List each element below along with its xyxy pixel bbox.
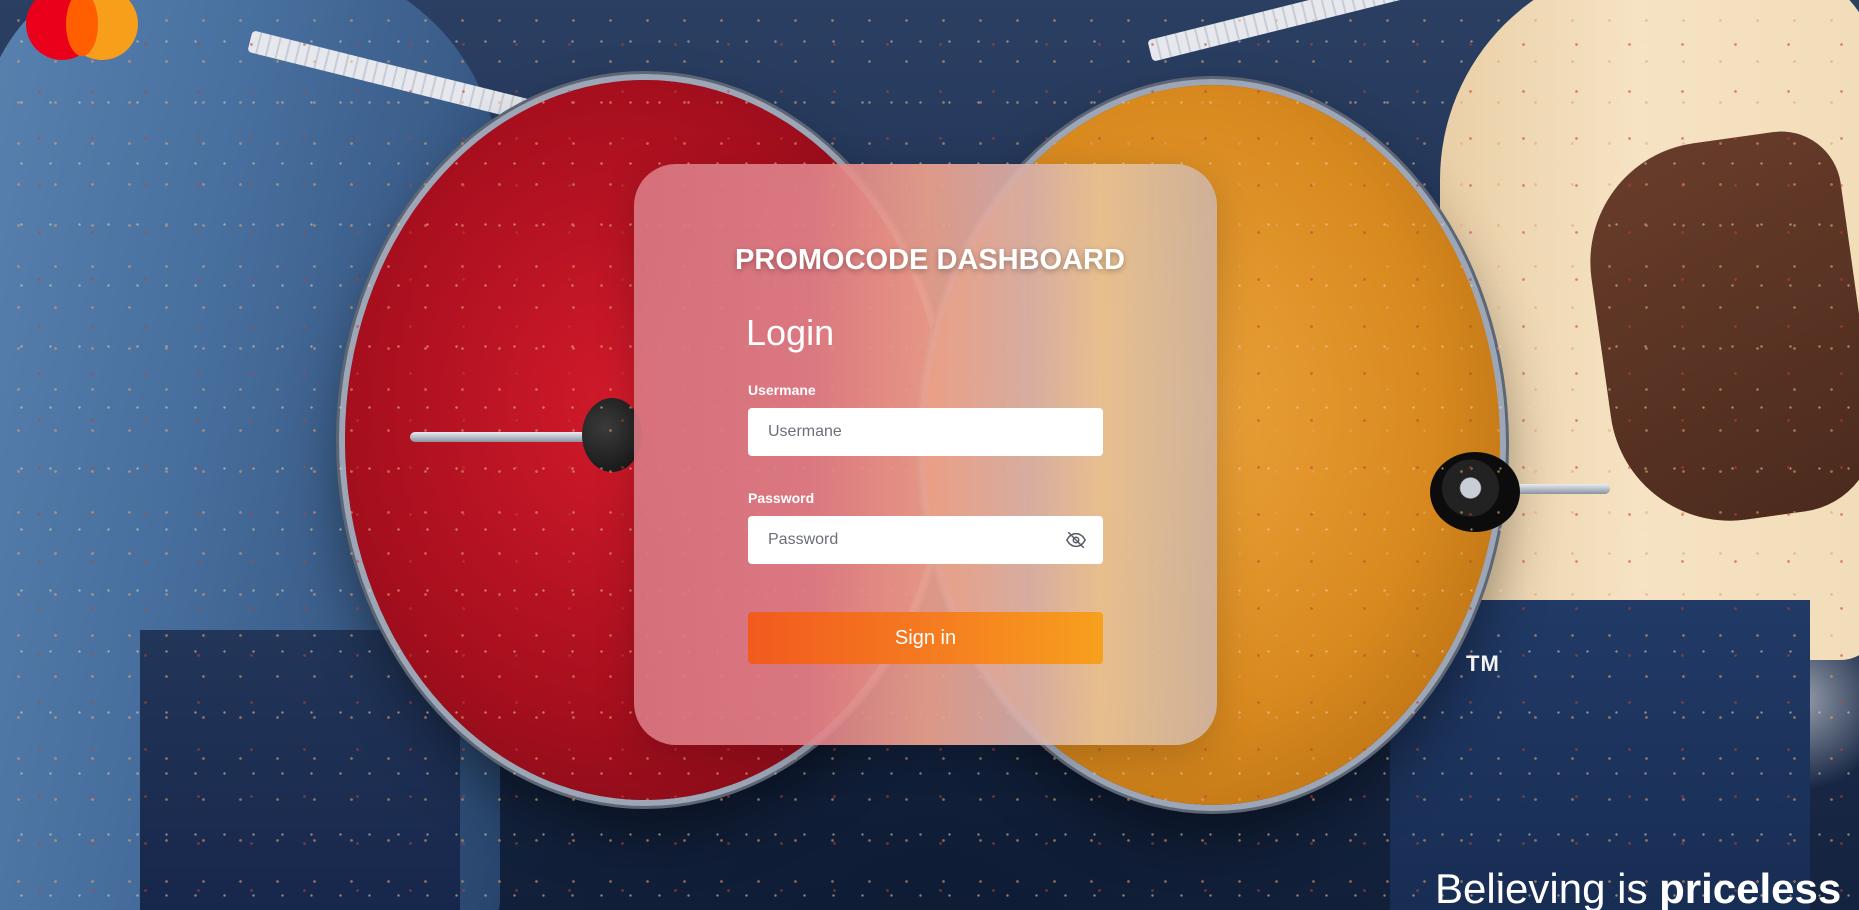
password-field-container [748, 516, 1103, 564]
trademark-mark: TM [1466, 651, 1500, 676]
brand-tagline: Believing is priceless [1435, 868, 1841, 910]
password-input[interactable] [748, 516, 1103, 564]
tagline-regular: Believing is [1435, 865, 1660, 910]
dashboard-title: PROMOCODE DASHBOARD [735, 244, 1125, 276]
eye-off-icon[interactable] [1065, 529, 1087, 551]
password-label: Password [748, 490, 815, 506]
login-card: PROMOCODE DASHBOARD Login Usermane Passw… [634, 164, 1217, 745]
username-label: Usermane [748, 382, 816, 398]
login-heading: Login [746, 312, 835, 353]
tagline-bold: priceless [1659, 865, 1842, 910]
sign-in-button[interactable]: Sign in [748, 612, 1103, 664]
username-field-container [748, 408, 1103, 456]
mastercard-logo-icon [26, 0, 138, 64]
username-input[interactable] [748, 408, 1103, 456]
login-page: TM Believing is priceless PROMOCODE DASH… [0, 0, 1859, 910]
